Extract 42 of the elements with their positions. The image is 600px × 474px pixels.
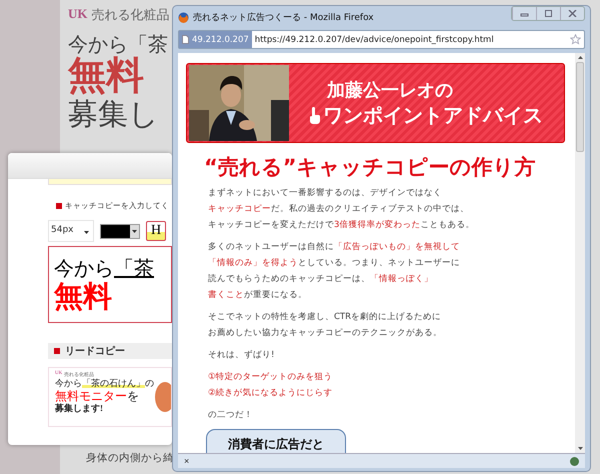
caret-icon	[132, 230, 137, 232]
paragraph: まずネットにおいて一番影響するのは、デザインではなく キャッチコピーだ。私の過去のクリエイティブテストの中では、 キャッチコピーを変えただけで3倍獲得率が変わった こともある。	[208, 187, 474, 232]
square-bullet-icon	[54, 348, 60, 354]
paragraph: の二つだ！	[208, 409, 253, 422]
scroll-up-icon[interactable]	[578, 56, 582, 59]
banner-title: 加藤公一レオの	[327, 78, 454, 102]
bookmark-star-icon[interactable]	[570, 34, 581, 45]
close-button[interactable]: ×	[184, 456, 190, 466]
product-blob-icon	[155, 382, 171, 412]
window-title: 売れるネット広告つくーる - Mozilla Firefox	[193, 12, 374, 24]
paragraph: それは、ずばり!	[208, 349, 274, 362]
paragraph: そこでネットの特性を考慮し、CTRを劇的に上げるために お薦めしたい協力なキャッチコピーのテクニックがある。	[208, 311, 442, 340]
headline-text: 募集し	[68, 98, 159, 131]
browser-logo-icon	[178, 12, 189, 22]
body-text: 身体の内側から綺	[86, 451, 174, 465]
paragraph: 多くのネットユーザーは自然に「広告っぽいもの」を無視して 「情報のみ」を得よう としている。つまり、ネットユーザーに 読んでもらうためのキャッチコピーは、「情報っぽく」 書くこと が重要になる。	[208, 240, 460, 302]
preview-text: 募集します!	[55, 403, 104, 414]
section-heading: リードコピー	[65, 344, 125, 358]
square-bullet-icon	[56, 203, 62, 209]
scroll-thumb[interactable]	[576, 62, 584, 152]
font-size-select[interactable]: 54px	[48, 220, 94, 242]
scrollbar[interactable]	[575, 53, 585, 453]
page-icon	[182, 35, 189, 44]
banner-subtitle: ワンポイントアドバイス	[323, 102, 543, 128]
caret-icon	[84, 231, 89, 234]
status-indicator-icon	[570, 456, 579, 466]
callout-box: 消費者に広告だと	[206, 429, 346, 453]
identity-text: 49.212.0.207	[192, 34, 249, 44]
headline-text: 無料	[68, 56, 144, 98]
brand-name: 売れる化粧品	[92, 6, 170, 24]
article-heading: “売れる”キャッチコピーの作り方	[204, 154, 537, 181]
preview-text: 無料モニター を	[55, 388, 140, 403]
url-text: https://49.212.0.207/dev/advice/onepoint_firstcopy.html	[254, 34, 495, 44]
brand-mark: UK	[68, 6, 88, 23]
paragraph: ①特定のターゲットのみを狙う ②続きが気になるようにじらす	[208, 370, 333, 400]
copy-input-box[interactable]: 今から「茶 無料	[48, 246, 172, 323]
scroll-down-icon[interactable]	[578, 447, 582, 450]
headline-text: 今から「茶	[68, 34, 168, 56]
color-select[interactable]	[100, 224, 140, 238]
address-bar[interactable]: 49.212.0.207 https://49.212.0.207/dev/advice/onepoint_firstcopy.html	[178, 30, 585, 49]
pointing-hand-icon	[309, 106, 320, 124]
window-controls[interactable]	[511, 6, 585, 21]
